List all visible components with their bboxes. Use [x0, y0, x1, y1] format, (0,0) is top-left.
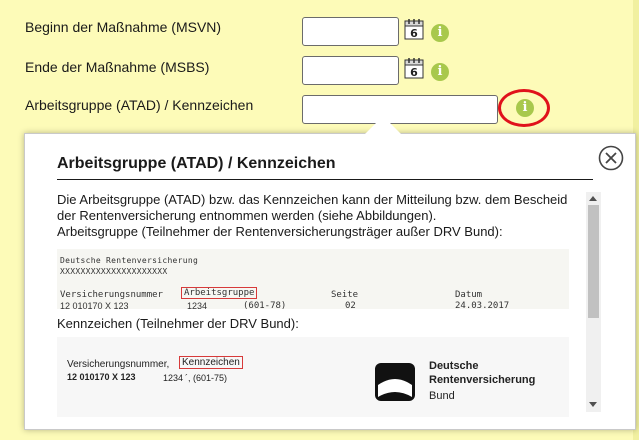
example2-val-kz: 1234	[163, 373, 184, 383]
calendar-day-text: 6	[410, 27, 418, 40]
example1-val-vsnr: 12 010170 X 123	[60, 301, 129, 311]
info-icon[interactable]: i	[431, 63, 449, 81]
label-ende-massnahme: Ende der Maßnahme (MSBS)	[25, 59, 210, 75]
popup-body: Die Arbeitsgruppe (ATAD) bzw. das Kennze…	[57, 192, 587, 422]
popup-pointer	[365, 116, 401, 134]
popup-title: Arbeitsgruppe (ATAD) / Kennzeichen	[57, 155, 336, 172]
example-image-kennzeichen: Versicherungsnummer, Kennzeichen 12 0101…	[57, 337, 569, 417]
scroll-down-icon[interactable]	[589, 402, 597, 407]
example2-val-kz-extra: ´, (601-75)	[185, 373, 228, 383]
drv-brand-line: Bund	[429, 390, 455, 402]
info-icon[interactable]: i	[431, 24, 449, 42]
label-beginn-massnahme: Beginn der Maßnahme (MSVN)	[25, 19, 222, 35]
popup-scrollbar[interactable]	[586, 192, 601, 412]
popup-paragraph: Arbeitsgruppe (Teilnehmer der Rentenvers…	[57, 224, 503, 239]
example2-val-vsnr: 12 010170 X 123	[67, 372, 136, 382]
label-arbeitsgruppe: Arbeitsgruppe (ATAD) / Kennzeichen	[25, 97, 254, 113]
drv-logo-icon	[375, 363, 415, 401]
popup-paragraph: Kennzeichen (Teilnehmer der DRV Bund):	[57, 316, 299, 331]
highlight-ring	[498, 89, 550, 127]
scrollbar-thumb[interactable]	[588, 205, 599, 318]
ende-massnahme-input[interactable]	[302, 56, 399, 85]
calendar-icon[interactable]: 6	[403, 56, 427, 80]
popup-paragraph: Die Arbeitsgruppe (ATAD) bzw. das Kennze…	[57, 192, 568, 223]
example1-val-ag: 1234	[187, 301, 208, 311]
close-icon[interactable]	[598, 145, 624, 171]
scroll-up-icon[interactable]	[589, 196, 597, 201]
beginn-massnahme-input[interactable]	[302, 17, 399, 46]
calendar-icon[interactable]: 6	[403, 17, 427, 41]
drv-brand-line: Rentenversicherung	[429, 374, 536, 386]
info-popup: Arbeitsgruppe (ATAD) / Kennzeichen Die A…	[24, 133, 636, 430]
example1-val-ag-extra: (601-78)	[243, 301, 287, 311]
example1-val-datum: 24.03.2017	[455, 301, 510, 311]
example2-col-kz: Kennzeichen	[179, 355, 243, 371]
example1-val-seite: 02	[345, 301, 356, 311]
example-image-arbeitsgruppe: Deutsche Rentenversicherung XXXXXXXXXXXX…	[57, 249, 569, 311]
example1-header: XXXXXXXXXXXXXXXXXXXXX	[60, 267, 168, 276]
popup-divider	[57, 179, 593, 180]
calendar-day-text: 6	[410, 66, 418, 79]
drv-brand-line: Deutsche	[429, 360, 479, 372]
